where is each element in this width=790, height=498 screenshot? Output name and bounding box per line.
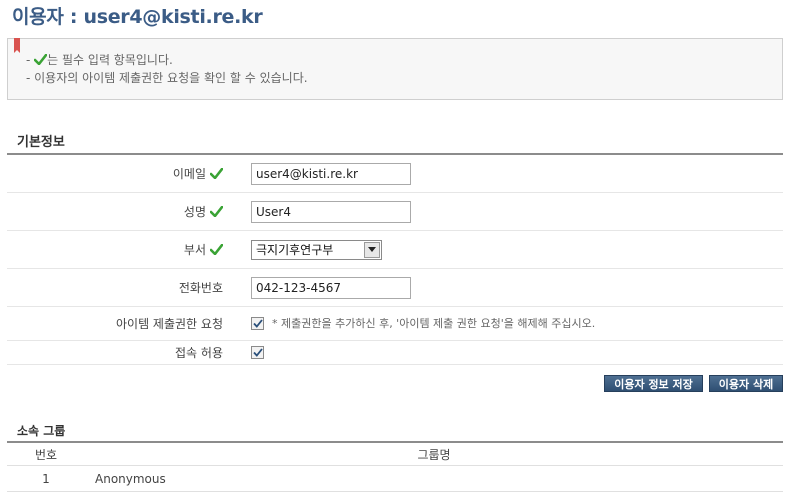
department-select[interactable]: 극지기후연구부 [251,239,382,260]
phone-label: 전화번호 [179,269,223,306]
notice-box: - 는 필수 입력 항목입니다. - 이용자의 아이템 제출권한 요청을 확인 … [7,38,783,100]
department-label: 부서 [184,231,223,268]
access-label-text: 접속 허용 [175,346,223,360]
name-label: 성명 [184,193,223,230]
item-permission-checkbox[interactable] [251,316,264,330]
form-row-email: 이메일 [7,155,783,193]
phone-label-text: 전화번호 [178,281,223,295]
group-name: Anonymous [95,471,166,486]
groups-table-header: 번호 그룹명 [7,441,783,466]
department-selected-value: 극지기후연구부 [256,243,334,257]
column-header-group-name: 그룹명 [417,447,451,462]
form-row-access: 접속 허용 [7,341,783,365]
chevron-down-icon[interactable] [364,241,380,258]
form-row-name: 성명 [7,193,783,231]
group-number: 1 [42,471,50,486]
notice-prefix: - [26,53,35,67]
save-user-button[interactable]: 이용자 정보 저장 [604,375,703,392]
name-field[interactable] [251,200,411,223]
item-permission-label: 아이템 제출권한 요청 [116,306,223,340]
name-label-text: 성명 [183,205,206,219]
notice-suffix: 는 필수 입력 항목입니다. [47,53,173,67]
notice-line-permission: - 이용자의 아이템 제출권한 요청을 확인 할 수 있습니다. [26,71,308,85]
access-label: 접속 허용 [175,341,223,364]
phone-field[interactable] [251,276,411,299]
email-label-text: 이메일 [172,167,206,181]
column-header-number: 번호 [34,447,58,462]
item-permission-label-text: 아이템 제출권한 요청 [116,316,223,331]
section-title-groups: 소속 그룹 [17,424,66,438]
form-row-item-permission: 아이템 제출권한 요청 * 제출권한을 추가하신 후, '아이템 제출 권한 요… [7,306,783,341]
delete-user-button[interactable]: 이용자 삭제 [709,375,783,392]
check-icon [210,206,223,217]
email-label: 이메일 [173,155,223,192]
notice-line-required: - 는 필수 입력 항목입니다. [26,51,173,68]
section-title-basic-info: 기본정보 [17,135,65,150]
check-icon [210,244,223,255]
email-field[interactable] [251,162,411,185]
table-row: 1 Anonymous [7,466,783,492]
bookmark-icon [14,38,20,53]
check-icon [34,54,48,65]
item-permission-hint: * 제출권한을 추가하신 후, '아이템 제출 권한 요청'을 해제해 주십시오… [272,317,596,330]
access-checkbox[interactable] [251,346,264,359]
page-title: 이용자 : user4@kisti.re.kr [12,6,263,28]
check-icon [210,168,223,179]
form-row-department: 부서 극지기후연구부 [7,231,783,269]
form-row-phone: 전화번호 [7,269,783,307]
department-label-text: 부서 [183,243,206,257]
